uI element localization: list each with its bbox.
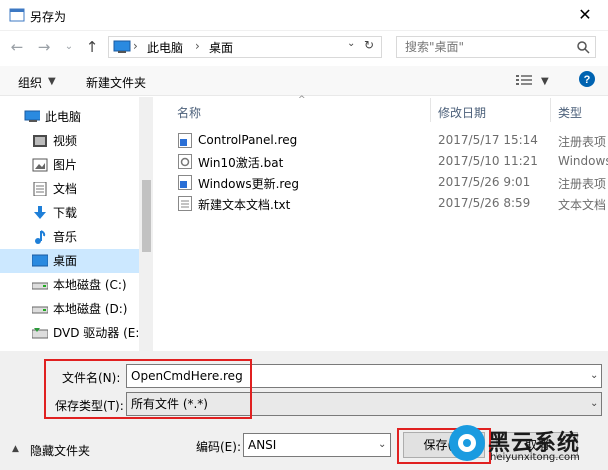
organize-button[interactable]: 组织 [18, 74, 42, 91]
picture-icon [32, 158, 48, 172]
file-name: Win10激活.bat [198, 156, 284, 170]
svg-text:?: ? [584, 74, 591, 86]
filename-dropdown-icon[interactable]: ⌄ [590, 370, 598, 381]
computer-icon [113, 40, 131, 53]
video-icon [33, 135, 47, 147]
sort-up-icon: ^ [298, 95, 306, 105]
file-row[interactable]: Win10激活.bat 2017/5/10 11:21 Windows [170, 151, 608, 172]
path-separator: › [195, 39, 200, 53]
sidebar-item-desktop[interactable]: 桌面 [0, 249, 139, 273]
path-separator: › [133, 39, 138, 53]
document-icon [33, 182, 47, 196]
new-folder-button[interactable]: 新建文件夹 [86, 74, 146, 91]
forward-arrow-icon[interactable]: → [35, 38, 53, 56]
column-header-type[interactable]: 类型 [558, 104, 582, 121]
file-type: Windows [558, 154, 608, 168]
batch-file-icon [178, 154, 192, 169]
file-modified: 2017/5/26 8:59 [438, 196, 531, 210]
drive-icon [32, 306, 48, 314]
sidebar-item-label: 此电脑 [45, 110, 82, 124]
address-bar[interactable]: › 此电脑 › 桌面 ⌄ ↻ [108, 36, 382, 58]
sidebar-item-label: 图片 [53, 158, 78, 172]
file-name: ControlPanel.reg [198, 133, 298, 147]
sidebar-item-label: 视频 [53, 134, 78, 148]
sidebar-item-label: 文档 [53, 182, 78, 196]
sidebar-item-drive-c[interactable]: 本地磁盘 (C:) [0, 273, 139, 297]
column-header-name[interactable]: 名称 [177, 104, 201, 121]
navigation-pane: 此电脑 视频 图片 文档 下载 音乐 桌面 本地磁盘 (C:) 本地磁盘 (D:… [0, 97, 153, 351]
sidebar-item-music[interactable]: 音乐 [0, 225, 139, 249]
file-row[interactable]: 新建文本文档.txt 2017/5/26 8:59 文本文档 [170, 193, 608, 214]
drive-icon [32, 282, 48, 290]
file-modified: 2017/5/17 15:14 [438, 133, 538, 147]
column-divider[interactable] [430, 98, 431, 122]
desktop-icon [32, 254, 48, 267]
help-icon[interactable]: ? [579, 71, 595, 87]
sidebar-scrollbar-thumb[interactable] [142, 180, 151, 252]
encoding-label: 编码(E): [196, 440, 241, 454]
collapse-icon[interactable]: ▲ [12, 444, 19, 454]
registry-file-icon [178, 175, 192, 190]
file-modified: 2017/5/10 11:21 [438, 154, 538, 168]
watermark-url: heiyunxitong.com [490, 452, 580, 463]
file-type: 文本文档 [558, 198, 607, 212]
file-row[interactable]: ControlPanel.reg 2017/5/17 15:14 注册表项 [170, 130, 608, 151]
sidebar-item-label: DVD 驱动器 (E:) [53, 326, 145, 340]
title-bar [0, 0, 608, 31]
sidebar-item-label: 下载 [53, 206, 78, 220]
view-dropdown-icon[interactable]: ▼ [541, 76, 549, 87]
sidebar-item-label: 本地磁盘 (C:) [53, 278, 127, 292]
file-type: 注册表项 [558, 177, 607, 191]
file-name: Windows更新.reg [198, 177, 300, 191]
file-type: 注册表项 [558, 135, 607, 149]
window-title: 另存为 [30, 10, 67, 24]
sidebar-item-this-pc[interactable]: 此电脑 [0, 105, 139, 129]
file-row[interactable]: Windows更新.reg 2017/5/26 9:01 注册表项 [170, 172, 608, 193]
organize-dropdown-icon: ▼ [48, 76, 56, 87]
sidebar-item-pictures[interactable]: 图片 [0, 153, 139, 177]
hide-folders-toggle[interactable]: 隐藏文件夹 [30, 442, 90, 459]
file-modified: 2017/5/26 9:01 [438, 175, 531, 189]
sidebar-item-label: 桌面 [53, 254, 78, 268]
breadcrumb-root[interactable]: 此电脑 [147, 39, 183, 56]
encoding-dropdown-icon[interactable]: ⌄ [378, 439, 386, 450]
registry-file-icon [178, 133, 192, 148]
sidebar-item-label: 音乐 [53, 230, 78, 244]
close-button[interactable]: ✕ [562, 0, 608, 30]
music-icon [35, 230, 46, 244]
sidebar-item-videos[interactable]: 视频 [0, 129, 139, 153]
sidebar-item-dvd-drive[interactable]: DVD 驱动器 (E:) [0, 321, 144, 345]
up-arrow-icon[interactable]: ↑ [83, 38, 101, 56]
sidebar-item-downloads[interactable]: 下载 [0, 201, 139, 225]
breadcrumb-leaf[interactable]: 桌面 [209, 39, 233, 56]
dvd-icon [32, 328, 48, 339]
watermark-logo [449, 425, 485, 461]
refresh-icon[interactable]: ↻ [364, 38, 374, 52]
search-icon [577, 41, 590, 54]
highlight-box [44, 359, 252, 419]
encoding-select[interactable]: ANSI [243, 433, 391, 457]
sidebar-item-drive-d[interactable]: 本地磁盘 (D:) [0, 297, 139, 321]
file-name: 新建文本文档.txt [198, 198, 291, 212]
back-arrow-icon[interactable]: ← [8, 38, 26, 56]
computer-icon [24, 110, 40, 122]
column-divider[interactable] [550, 98, 551, 122]
notepad-icon [9, 8, 25, 22]
view-icon[interactable] [516, 74, 532, 86]
download-icon [34, 206, 46, 219]
column-header-modified[interactable]: 修改日期 [438, 104, 486, 121]
text-file-icon [178, 196, 192, 211]
recent-dropdown-icon[interactable]: ⌄ [60, 38, 78, 56]
sidebar-item-label: 本地磁盘 (D:) [53, 302, 128, 316]
address-dropdown-icon[interactable]: ⌄ [347, 38, 355, 49]
sidebar-item-documents[interactable]: 文档 [0, 177, 139, 201]
search-input[interactable]: 搜索"桌面" [396, 36, 596, 58]
filetype-dropdown-icon[interactable]: ⌄ [590, 398, 598, 409]
